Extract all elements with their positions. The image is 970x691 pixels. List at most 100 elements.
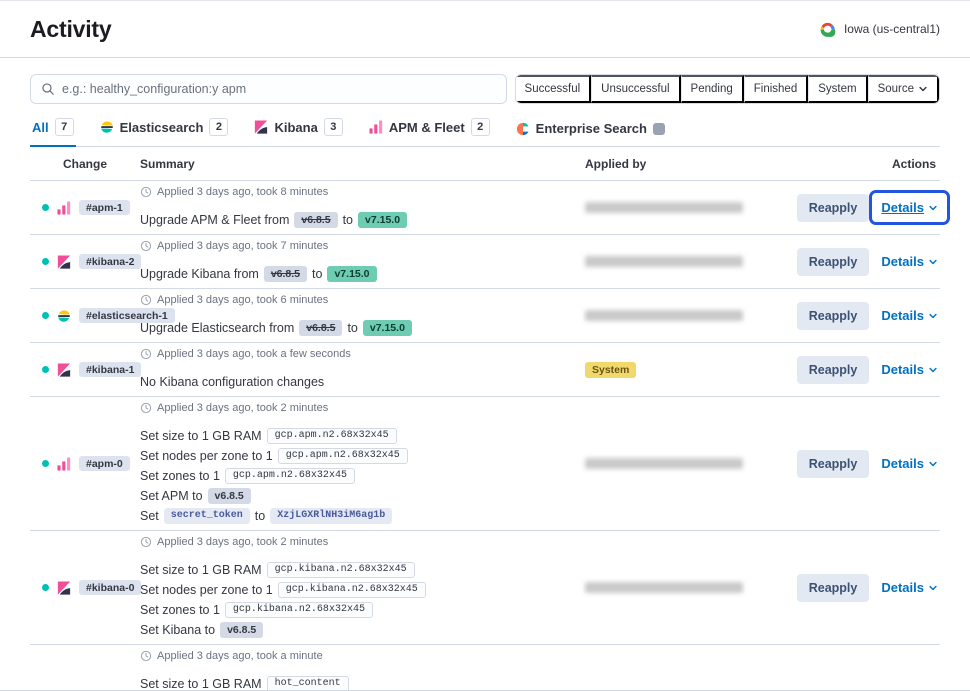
old-version-badge: v6.8.5 (264, 266, 307, 282)
reapply-button[interactable]: Reapply (797, 356, 870, 384)
tab-all[interactable]: All7 (30, 116, 76, 147)
chevron-down-icon (928, 257, 938, 267)
config-value-badge: gcp.apm.n2.68x32x45 (267, 428, 397, 444)
status-dot (42, 584, 49, 591)
details-button[interactable]: Details (881, 580, 938, 595)
elasticsearch-icon (100, 120, 114, 134)
filter-successful[interactable]: Successful (516, 75, 592, 103)
summary-line: Set size to 1 GB RAMgcp.apm.n2.68x32x45 (140, 427, 585, 444)
tab-count-badge: 2 (209, 118, 228, 136)
reapply-button[interactable]: Reapply (797, 194, 870, 222)
reapply-button[interactable]: Reapply (797, 574, 870, 602)
actions-cell: Reapply Details (790, 289, 940, 342)
page-title: Activity (30, 16, 111, 43)
filter-label: System (818, 83, 856, 95)
details-button[interactable]: Details (881, 456, 938, 471)
apm-icon (57, 201, 71, 215)
activity-table: Change Summary Applied by Actions #apm-1… (30, 147, 940, 691)
tab-count-badge: 2 (471, 118, 490, 136)
summary-line: No Kibana configuration changes (140, 373, 585, 390)
config-value-badge: gcp.apm.n2.68x32x45 (278, 448, 408, 464)
column-header-summary: Summary (140, 157, 585, 171)
change-cell: #apm-0 (30, 397, 140, 530)
reapply-button[interactable]: Reapply (797, 450, 870, 478)
region-indicator[interactable]: Iowa (us-central1) (818, 21, 940, 37)
chevron-down-icon (928, 203, 938, 213)
summary-text: Set APM to (140, 489, 203, 503)
details-label: Details (881, 254, 924, 269)
config-value-badge: gcp.apm.n2.68x32x45 (225, 468, 355, 484)
summary-line: Set zones to 1 gcp.apm.n2.68x32x45 (140, 467, 585, 484)
details-label: Details (881, 308, 924, 323)
summary-text: Set zones to 1 (140, 469, 220, 483)
summary-cell: Applied 3 days ago, took 6 minutesUpgrad… (140, 289, 585, 342)
search-input[interactable] (62, 82, 496, 96)
change-id-badge: #apm-1 (79, 200, 130, 215)
change-id-badge: #kibana-0 (79, 580, 141, 595)
filter-label: Pending (691, 83, 733, 95)
details-label: Details (881, 200, 924, 215)
activity-row: #kibana-0Applied 3 days ago, took 2 minu… (30, 531, 940, 645)
details-label: Details (881, 362, 924, 377)
new-version-badge: v7.15.0 (358, 212, 407, 228)
activity-page: Activity Iowa (us-central1) SuccessfulUn… (0, 0, 970, 691)
kibana-icon (254, 120, 268, 134)
applied-timestamp: Applied 3 days ago, took 7 minutes (140, 239, 585, 252)
tab-kibana[interactable]: Kibana 3 (252, 116, 344, 147)
applied-by-cell (585, 181, 790, 234)
details-button[interactable]: Details (881, 362, 938, 377)
code-badge: XzjLGXRlNH3iM6ag1b (270, 508, 392, 524)
table-header: Change Summary Applied by Actions (30, 147, 940, 181)
summary-text: Set size to 1 GB RAM (140, 563, 262, 577)
redacted-user (585, 458, 743, 469)
tab-count-badge: 3 (324, 118, 343, 136)
tab-label: All (32, 120, 49, 135)
chevron-down-icon (928, 459, 938, 469)
summary-line: Set size to 1 GB RAMgcp.kibana.n2.68x32x… (140, 561, 585, 578)
actions-cell: Reapply Details (790, 397, 940, 530)
reapply-button[interactable]: Reapply (797, 248, 870, 276)
details-button[interactable]: Details (881, 200, 938, 215)
chevron-down-icon (928, 583, 938, 593)
details-button[interactable]: Details (881, 254, 938, 269)
toolbar: SuccessfulUnsuccessful Pending Finished Sys… (0, 58, 970, 104)
tab-label: Kibana (274, 120, 317, 135)
activity-row: #kibana-2Applied 3 days ago, took 7 minu… (30, 235, 940, 289)
activity-row: #apm-1 Applied 3 days ago, took 8 minutes… (30, 181, 940, 235)
clock-icon (140, 348, 152, 360)
applied-text: Applied 3 days ago, took 7 minutes (157, 240, 328, 252)
tab-label: Elasticsearch (120, 120, 204, 135)
status-dot (42, 204, 49, 211)
summary-cell: Applied 3 days ago, took 2 minutes Set si… (140, 531, 585, 644)
change-id-badge: #kibana-1 (79, 362, 141, 377)
summary-cell: Applied 3 days ago, took 8 minutesUpgrad… (140, 181, 585, 234)
summary-line: Set zones to 1gcp.kibana.n2.68x32x45 (140, 601, 585, 618)
clock-icon (140, 402, 152, 414)
reapply-button[interactable]: Reapply (797, 302, 870, 330)
filter-label: Source (878, 83, 914, 95)
summary-text: Set Kibana to (140, 623, 215, 637)
filter-pending[interactable]: Pending (681, 75, 744, 103)
change-cell: #apm-1 (30, 181, 140, 234)
filter-source[interactable]: Source (868, 75, 939, 103)
redacted-user (585, 256, 743, 267)
summary-line: Set nodes per zone to 1 gcp.apm.n2.68x32x… (140, 447, 585, 464)
filter-finished[interactable]: Finished (744, 75, 808, 103)
redacted-user (585, 202, 743, 213)
applied-by-cell (585, 531, 790, 644)
tab-elasticsearch[interactable]: Elasticsearch 2 (98, 116, 231, 147)
tab-apm-fleet[interactable]: APM & Fleet2 (367, 116, 492, 147)
summary-cell: Applied 3 days ago, took a few secondsNo… (140, 343, 585, 396)
tab-enterprise-search[interactable]: Enterprise Search (514, 119, 667, 147)
filter-unsuccessful[interactable]: Unsuccessful (591, 75, 680, 103)
chevron-down-icon (918, 84, 928, 94)
tab-label: Enterprise Search (536, 121, 647, 136)
config-value-badge: gcp.kibana.n2.68x32x45 (225, 602, 373, 618)
filter-system[interactable]: System (808, 75, 867, 103)
summary-text: to (312, 267, 322, 281)
applied-text: Applied 3 days ago, took 2 minutes (157, 536, 328, 548)
version-badge: v6.8.5 (208, 488, 251, 504)
summary-text: Set nodes per zone to 1 (140, 449, 273, 463)
search-icon (41, 82, 55, 96)
details-button[interactable]: Details (881, 308, 938, 323)
